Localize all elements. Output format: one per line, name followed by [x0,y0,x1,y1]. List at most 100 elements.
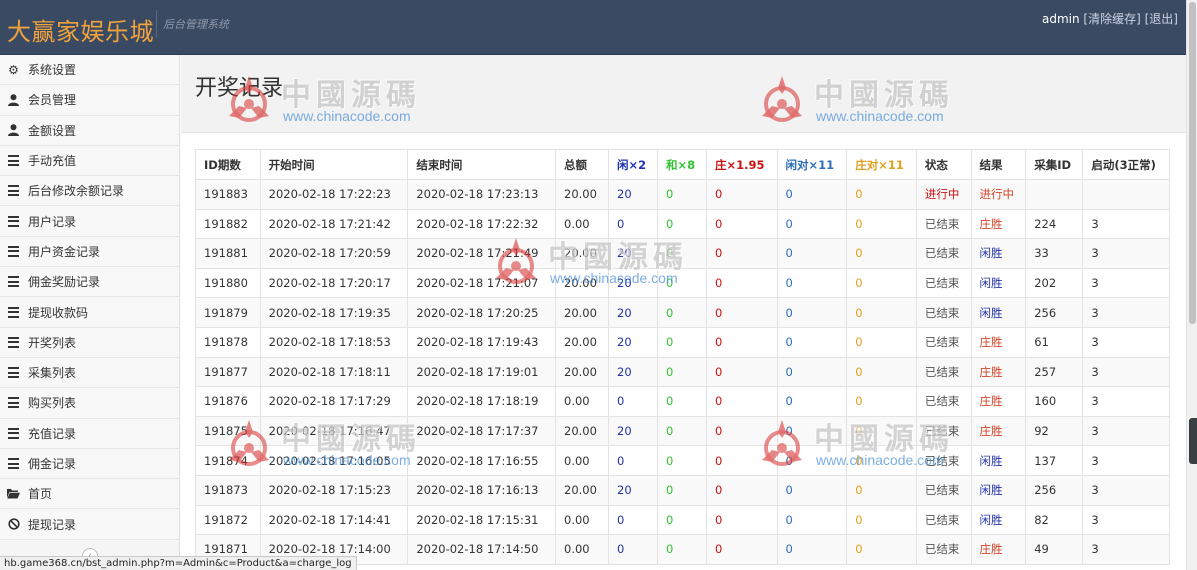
table-cell: 已结束 [915,267,972,299]
table-cell: 闲胜 [970,267,1027,299]
table-cell: 闲胜 [970,445,1027,476]
sidebar-item-label: 购买列表 [28,396,77,411]
sidebar-item[interactable]: 首页 [0,479,179,510]
table-cell: 2020-02-18 17:17:37 [407,415,557,447]
sidebar-item[interactable]: ⚙ 系统设置 [0,55,179,86]
table-cell: 0 [776,238,848,269]
table-cell: 3 [1082,415,1170,447]
table-cell: 0 [705,386,778,417]
main-content: 开奖记录 ID期数 开始时间 结束时间 总额 闲×2 和×8 庄×1.95 闲对×11 庄对×1… [181,55,1186,570]
sidebar-item-label: 用户记录 [28,214,77,229]
logout-link[interactable]: [退出] [1145,12,1178,26]
sidebar-item[interactable]: 提现记录 [0,509,179,540]
table-cell: 137 [1025,445,1084,476]
list-icon [7,397,20,409]
table-cell: 191878 [195,326,261,358]
table-cell: 191880 [195,267,261,299]
table-cell: 0 [705,179,778,210]
table-cell: 庄胜 [970,534,1027,565]
table-cell: 0 [846,445,917,476]
table-cell: 2020-02-18 17:21:42 [259,208,409,240]
table-cell: 191875 [195,415,261,447]
sidebar-item[interactable]: 用户记录 [0,206,179,237]
table-cell: 0 [656,534,707,565]
column-header: 启动(3正常) [1082,149,1170,180]
gear-icon: ⚙ [8,62,19,77]
table-cell: 0 [705,238,778,269]
table-cell: 191877 [195,356,261,388]
brand-title[interactable]: 大赢家娱乐城 [7,12,154,47]
table-cell: 已结束 [915,238,972,269]
column-header: ID期数 [195,149,261,180]
table-cell: 2020-02-18 17:14:41 [259,504,409,536]
page-scrollbar[interactable] [1186,0,1197,570]
table-cell: 0 [705,474,778,506]
table-cell: 已结束 [915,445,972,476]
table-cell: 0 [705,267,778,299]
sidebar-item[interactable]: 金额设置 [0,115,179,146]
sidebar-item[interactable]: 佣金奖励记录 [0,267,179,298]
scrollbar-thumb[interactable] [1189,2,1196,324]
sidebar-item[interactable]: 佣金记录 [0,448,179,480]
table-row: 191882 2020-02-18 17:21:42 2020-02-18 17:2… [195,208,1170,240]
table-cell: 191883 [195,179,261,210]
sidebar-item-label: 提现收款码 [28,305,89,320]
table-cell: 191881 [195,238,261,269]
table-cell: 2020-02-18 17:16:05 [259,445,409,476]
table-cell: 0 [846,534,917,565]
table-cell: 20.00 [555,415,610,447]
table-cell: 20.00 [555,326,610,358]
table-row: 191872 2020-02-18 17:14:41 2020-02-18 17:1… [195,504,1170,536]
table-cell: 庄胜 [970,415,1027,447]
table-cell: 2020-02-18 17:21:49 [407,238,557,269]
table-cell: 20.00 [555,474,610,506]
ban-icon [7,518,20,530]
floating-side-widget[interactable] [1189,418,1197,464]
table-body: 191883 2020-02-18 17:22:23 2020-02-18 17:2… [195,179,1170,565]
sidebar-item[interactable]: 开奖列表 [0,327,179,358]
table-header-row: ID期数 开始时间 结束时间 总额 闲×2 和×8 庄×1.95 闲对×11 庄对×11 状态 结果… [195,149,1170,180]
sidebar-item[interactable]: 提现收款码 [0,297,179,328]
table-cell: 2020-02-18 17:20:17 [259,267,409,299]
table-cell: 20 [608,297,658,328]
table-row: 191877 2020-02-18 17:18:11 2020-02-18 17:1… [195,356,1170,388]
table-cell: 已结束 [915,415,972,447]
table-cell: 闲胜 [970,504,1027,536]
sidebar-item-label: 首页 [28,487,53,502]
sidebar-item[interactable]: 手动充值 [0,145,179,177]
table-cell: 3 [1082,474,1170,506]
page-title: 开奖记录 [195,76,284,101]
sidebar-item[interactable]: 充值记录 [0,418,179,449]
table-cell: 庄胜 [970,356,1027,388]
table-cell: 20.00 [555,356,610,388]
list-icon [7,276,20,288]
table-row: 191880 2020-02-18 17:20:17 2020-02-18 17:2… [195,267,1170,299]
sidebar-item[interactable]: 用户资金记录 [0,236,179,268]
table-cell: 191874 [195,445,261,476]
table-cell: 0 [776,356,848,388]
column-header: 结束时间 [407,149,557,180]
sidebar-item[interactable]: 购买列表 [0,388,179,419]
table-cell: 224 [1025,208,1084,240]
table-cell: 0 [776,326,848,358]
table-cell: 已结束 [915,326,972,358]
table-cell: 2020-02-18 17:22:32 [407,208,557,240]
table-cell: 0 [846,474,917,506]
sidebar-item-label: 开奖列表 [28,335,77,350]
table-cell: 0 [705,534,778,565]
table-cell: 0.00 [555,386,610,417]
table-cell: 257 [1025,356,1084,388]
table-cell: 2020-02-18 17:15:23 [259,474,409,506]
table-cell: 20 [608,356,658,388]
sidebar-item[interactable]: 会员管理 [0,85,179,116]
sidebar-item[interactable]: 采集列表 [0,357,179,389]
table-cell: 已结束 [915,534,972,565]
column-header: 采集ID [1025,149,1084,180]
column-header: 总额 [555,149,610,180]
table-cell: 0 [656,297,707,328]
list-icon [7,245,20,257]
clear-cache-link[interactable]: [清除缓存] [1083,12,1140,26]
sidebar-item[interactable]: 后台修改余额记录 [0,176,179,207]
table-cell: 20.00 [555,238,610,269]
table-cell: 2020-02-18 17:16:55 [407,445,557,476]
